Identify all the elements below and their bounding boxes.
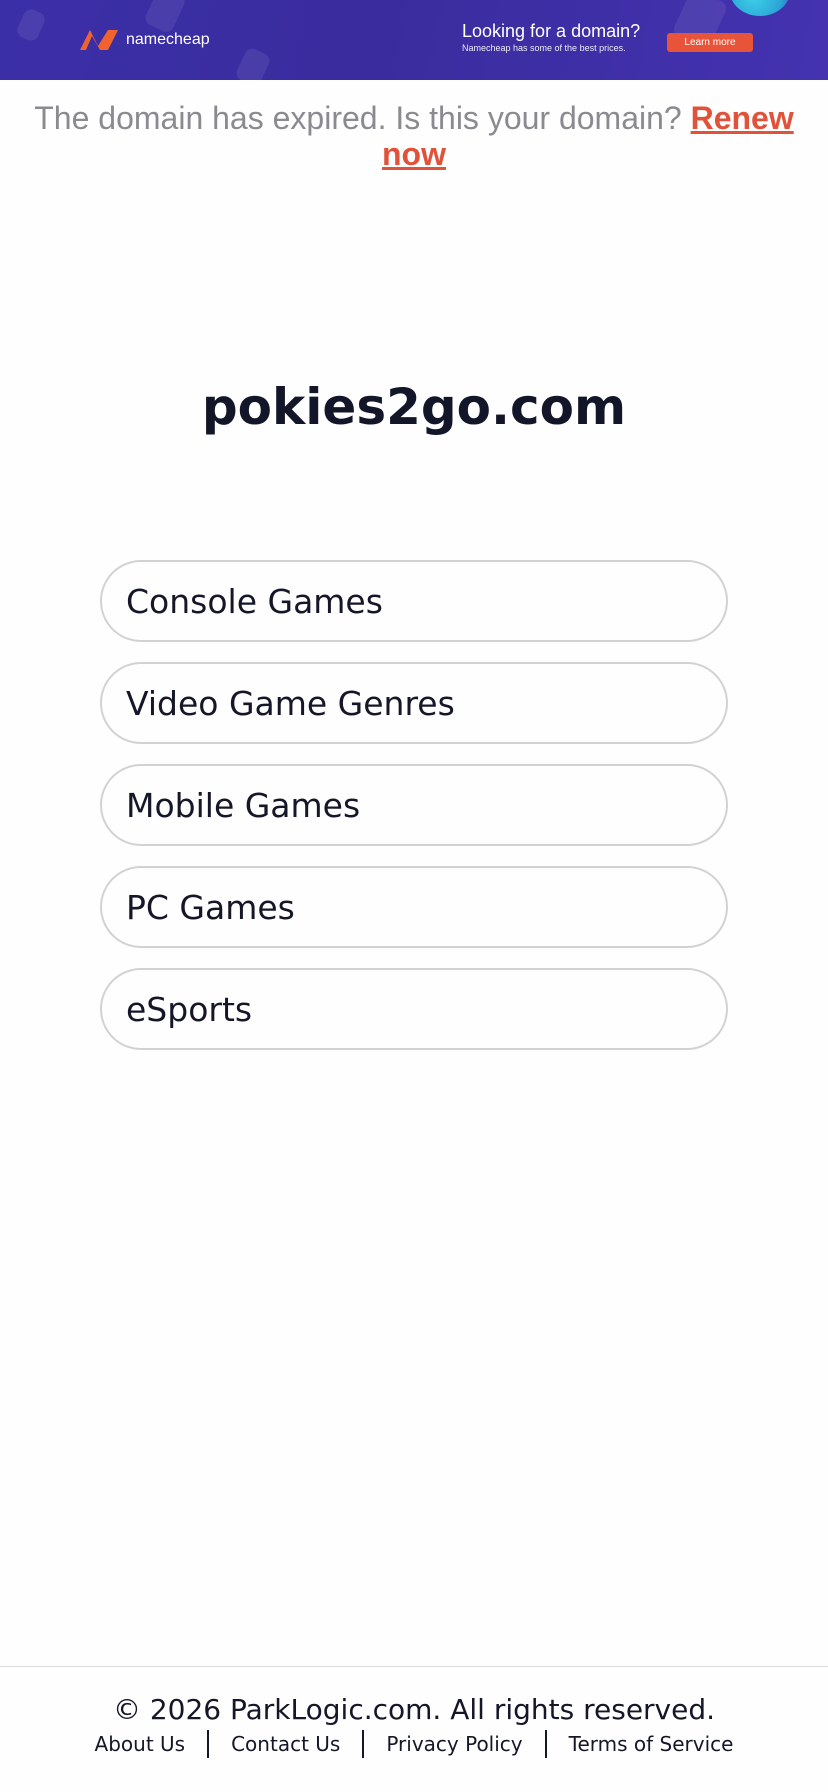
learn-more-button[interactable]: Learn more <box>667 33 753 52</box>
expired-notice-text: The domain has expired. Is this your dom… <box>34 100 682 136</box>
expired-notice: The domain has expired. Is this your dom… <box>20 100 808 172</box>
related-link-mobile-games[interactable]: Mobile Games <box>100 764 728 846</box>
footer-links: About Us Contact Us Privacy Policy Terms… <box>0 1730 828 1758</box>
namecheap-logo[interactable]: namecheap <box>78 28 210 52</box>
banner-orb <box>730 0 790 16</box>
related-link-video-game-genres[interactable]: Video Game Genres <box>100 662 728 744</box>
footer-divider <box>0 1666 828 1667</box>
banner-subline: Namecheap has some of the best prices. <box>462 43 626 53</box>
page: namecheap Looking for a domain? Namechea… <box>0 0 828 1792</box>
related-link-pc-games[interactable]: PC Games <box>100 866 728 948</box>
domain-title: pokies2go.com <box>201 378 627 436</box>
banner-promo: Looking for a domain? Namecheap has some… <box>462 20 640 54</box>
footer-link-contact-us[interactable]: Contact Us <box>209 1732 362 1756</box>
related-link-console-games[interactable]: Console Games <box>100 560 728 642</box>
footer-copyright: © 2026 ParkLogic.com. All rights reserve… <box>112 1693 716 1726</box>
banner-decoration <box>234 46 272 80</box>
related-link-esports[interactable]: eSports <box>100 968 728 1050</box>
footer-link-about-us[interactable]: About Us <box>73 1732 208 1756</box>
related-links-list: Console Games Video Game Genres Mobile G… <box>100 560 728 1070</box>
banner-headline: Looking for a domain? <box>462 21 641 41</box>
banner-decoration <box>14 6 48 44</box>
namecheap-logo-icon <box>80 30 118 50</box>
footer-link-terms-of-service[interactable]: Terms of Service <box>547 1732 756 1756</box>
namecheap-logo-text: namecheap <box>126 31 210 48</box>
namecheap-banner[interactable]: namecheap Looking for a domain? Namechea… <box>0 0 828 80</box>
footer-link-privacy-policy[interactable]: Privacy Policy <box>364 1732 544 1756</box>
